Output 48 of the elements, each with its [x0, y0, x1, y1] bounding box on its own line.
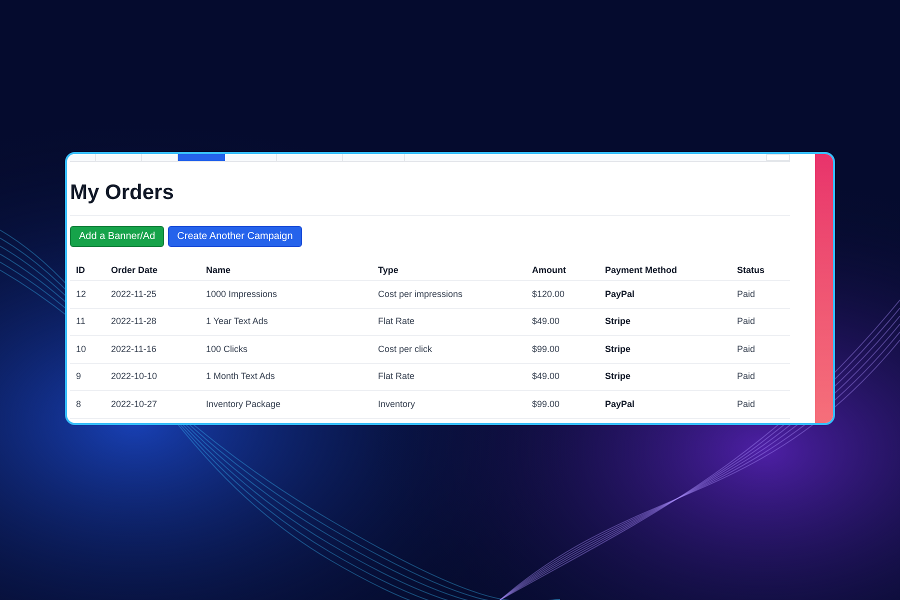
table-cell: $120.00	[532, 288, 565, 298]
table-cell: 2022-11-25	[111, 288, 156, 298]
action-button[interactable]: Create Another Campaign	[168, 226, 302, 247]
table-cell: 100 Clicks	[206, 344, 248, 354]
table-cell: Flat Rate	[378, 371, 415, 381]
table-cell: Inventory Package	[206, 398, 281, 408]
table-cell: 2022-10-27	[111, 398, 158, 408]
table-cell: $49.00	[532, 316, 560, 326]
column-header: Order Date	[111, 264, 158, 275]
table-cell: Stripe	[605, 371, 631, 381]
table-cell: Stripe	[605, 316, 631, 326]
table-cell: 2022-10-10	[111, 371, 158, 381]
column-header: Name	[206, 264, 231, 275]
table-cell: Inventory	[378, 398, 416, 408]
table-cell: Cost per impressions	[378, 288, 463, 298]
column-header: Amount	[532, 264, 566, 275]
page-title: My Orders	[70, 182, 175, 203]
table-cell: Paid	[737, 398, 756, 408]
action-button[interactable]: Add a Banner/Ad	[70, 226, 164, 247]
column-header: Type	[378, 264, 398, 275]
table-cell: 1000 Impressions	[206, 288, 278, 298]
nav-tab[interactable]	[70, 154, 96, 161]
table-cell: 1 Year Text Ads	[206, 316, 268, 326]
column-header: Status	[737, 264, 765, 275]
table-cell: $49.00	[532, 371, 560, 381]
table-cell: 2022-11-28	[111, 316, 156, 326]
menu-button[interactable]	[766, 154, 790, 161]
nav-tab[interactable]	[178, 154, 225, 161]
table-cell: Paid	[737, 288, 756, 298]
table-cell: $99.00	[532, 344, 560, 354]
table-cell: 9	[76, 371, 82, 381]
table-cell: Cost per click	[378, 344, 432, 354]
table-cell: 8	[76, 398, 82, 408]
table-cell: Paid	[737, 316, 756, 326]
table-cell: $99.00	[532, 398, 560, 408]
table-cell: 1 Month Text Ads	[206, 371, 275, 381]
table-cell: PayPal	[605, 398, 635, 408]
column-header: Payment Method	[605, 264, 678, 275]
table-cell: 11	[76, 316, 86, 326]
table-cell: 12	[76, 288, 86, 298]
table-cell: Stripe	[605, 344, 631, 354]
column-header: ID	[76, 264, 85, 275]
table-cell: Paid	[737, 371, 756, 381]
table-cell: PayPal	[605, 288, 635, 298]
table-cell: 10	[76, 344, 86, 354]
table-cell: Paid	[737, 344, 756, 354]
table-cell: Flat Rate	[378, 316, 415, 326]
table-cell: 2022-11-16	[111, 344, 156, 354]
